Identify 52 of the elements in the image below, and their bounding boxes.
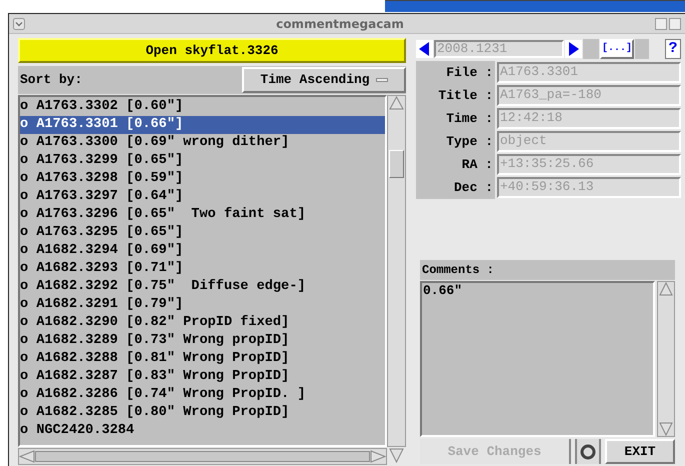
list-item[interactable]: o A1682.3286 [0.74" Wrong PropID. ] [20, 386, 385, 404]
list-item[interactable]: o A1763.3295 [0.65"] [20, 224, 385, 242]
maximize-button[interactable] [669, 18, 681, 30]
vertical-scrollbar[interactable] [387, 95, 406, 447]
scroll-up-icon[interactable] [659, 282, 673, 296]
list-item[interactable]: o A1682.3287 [0.83" Wrong PropID] [20, 368, 385, 386]
help-button[interactable]: ? [665, 39, 681, 59]
list-item[interactable]: o A1682.3290 [0.82" PropID fixed] [20, 314, 385, 332]
sort-label: Sort by: [19, 71, 84, 90]
window-menu-icon[interactable] [13, 18, 25, 30]
comments-textarea[interactable]: 0.66" [420, 281, 655, 437]
browse-button[interactable]: [...] [600, 39, 634, 59]
list-item[interactable]: o NGC2420.3284 [20, 422, 385, 440]
list-item[interactable]: o A1682.3294 [0.69"] [20, 242, 385, 260]
field-label: Title : [416, 84, 495, 107]
comments-label: Comments : [420, 260, 675, 280]
field-label: Type : [416, 130, 495, 153]
list-item[interactable]: o A1763.3296 [0.65" Two faint sat] [20, 206, 385, 224]
scroll-up-icon[interactable] [389, 96, 404, 110]
dropdown-indicator-icon [376, 78, 388, 82]
exit-button[interactable]: EXIT [605, 439, 675, 464]
list-item[interactable]: o A1682.3293 [0.71"] [20, 260, 385, 278]
list-item[interactable]: o A1763.3301 [0.66"] [20, 116, 385, 134]
field-label: Time : [416, 107, 495, 130]
list-item[interactable]: o A1763.3298 [0.59"] [20, 170, 385, 188]
comments-scrollbar[interactable] [657, 281, 675, 437]
window-title: commentmegacam [275, 16, 405, 32]
list-item[interactable]: o A1763.3297 [0.64"] [20, 188, 385, 206]
field-label: RA : [416, 153, 495, 176]
field-label: File : [416, 61, 495, 84]
scroll-thumb[interactable] [389, 150, 404, 178]
toolbar-gap [583, 39, 599, 59]
scroll-right-icon[interactable] [370, 450, 386, 463]
open-button[interactable]: Open skyflat.3326 [18, 38, 406, 63]
toolbar-gap [635, 39, 649, 59]
list-item[interactable]: o A1682.3288 [0.81" Wrong PropID] [20, 350, 385, 368]
field-label: Dec : [416, 176, 495, 199]
sort-dropdown[interactable]: Time Ascending [242, 67, 406, 93]
list-item[interactable]: o A1763.3299 [0.65"] [20, 152, 385, 170]
horizontal-scrollbar[interactable] [18, 448, 387, 465]
list-item[interactable]: o A1682.3289 [0.73" Wrong propID] [20, 332, 385, 350]
next-icon[interactable] [565, 40, 582, 58]
scroll-left-icon[interactable] [19, 450, 35, 463]
previous-icon[interactable] [416, 40, 433, 58]
status-ring-icon [580, 444, 596, 460]
list-item[interactable]: o A1763.3302 [0.60"] [20, 98, 385, 116]
list-item[interactable]: o A1763.3300 [0.69" wrong dither] [20, 134, 385, 152]
scroll-down-icon[interactable] [659, 422, 673, 436]
list-item[interactable]: o A1682.3291 [0.79"] [20, 296, 385, 314]
minimize-button[interactable] [655, 18, 667, 30]
list-item[interactable]: o A1682.3292 [0.75" Diffuse edge-] [20, 278, 385, 296]
list-item[interactable]: o A1682.3285 [0.80" Wrong PropID] [20, 404, 385, 422]
